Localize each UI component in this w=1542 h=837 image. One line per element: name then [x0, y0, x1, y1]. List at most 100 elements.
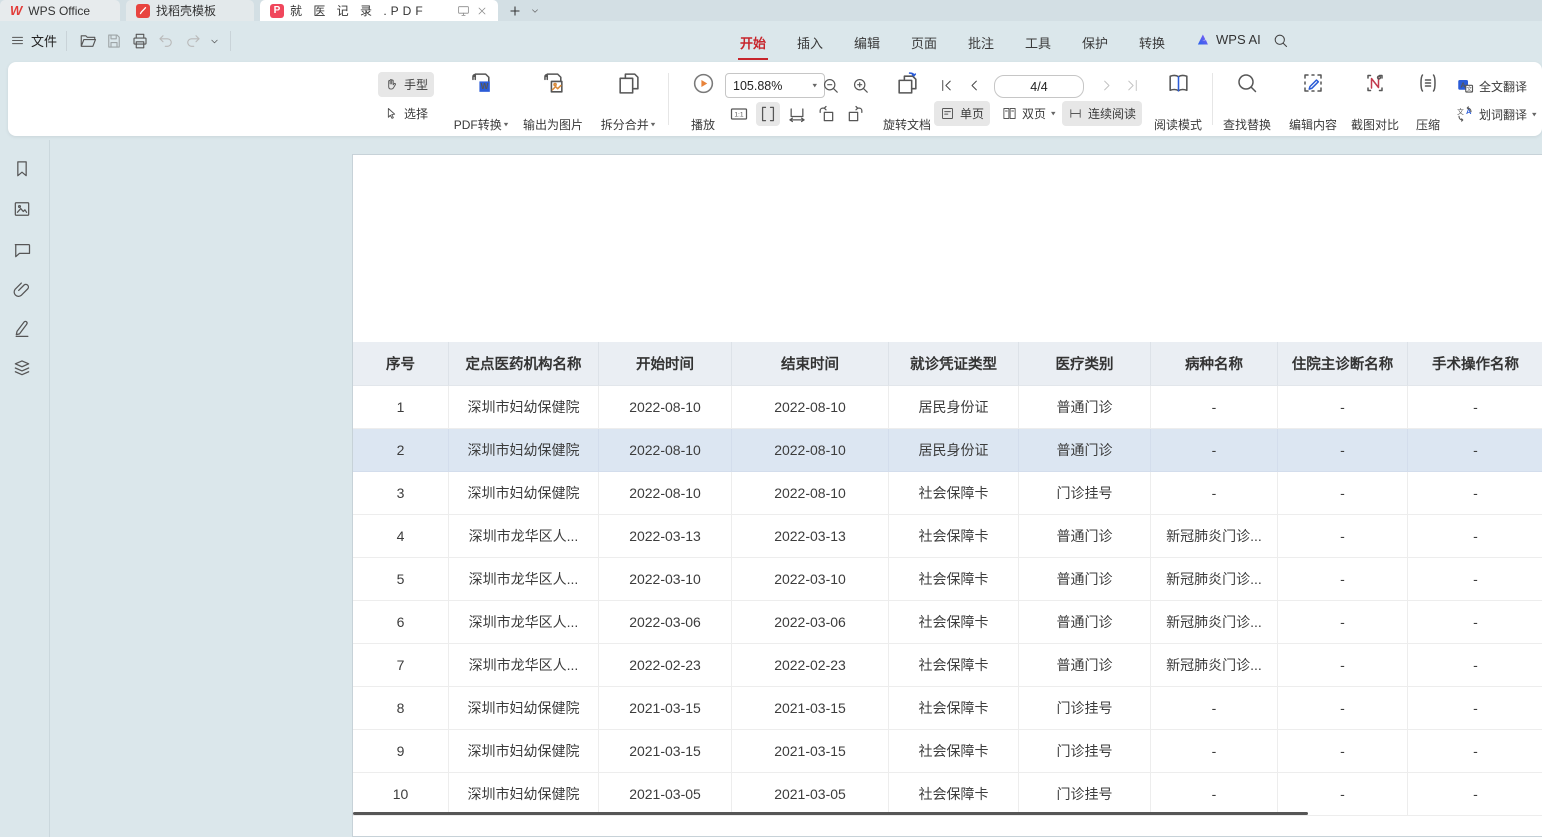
save-icon[interactable] [105, 32, 123, 50]
table-cell: - [1151, 730, 1278, 773]
compress-button[interactable]: 压缩 [1406, 68, 1450, 136]
menu-tab-convert[interactable]: 转换 [1139, 33, 1165, 52]
pdf-convert-button[interactable]: W PDF转换▾ [446, 68, 516, 136]
table-cell: 深圳市龙华区人... [449, 558, 599, 601]
sidebar-divider [49, 140, 50, 837]
last-page-button[interactable] [1120, 73, 1144, 97]
next-page-button[interactable] [1094, 73, 1118, 97]
horizontal-scrollbar[interactable] [353, 812, 1308, 815]
fit-page-button[interactable] [756, 102, 780, 126]
table-cell: 2022-03-10 [732, 558, 889, 601]
continuous-read-label: 连续阅读 [1088, 105, 1136, 122]
hand-icon [384, 77, 399, 92]
table-cell: 2021-03-15 [599, 687, 732, 730]
rotate-left-icon [816, 104, 836, 124]
previous-page-icon [967, 78, 982, 93]
signature-panel-button[interactable] [11, 317, 33, 339]
table-cell: 新冠肺炎门诊... [1151, 515, 1278, 558]
redo-icon[interactable] [184, 32, 202, 50]
undo-icon[interactable] [157, 32, 175, 50]
rotate-document-button[interactable]: 旋转文档 [874, 68, 940, 136]
table-cell: 2022-02-23 [732, 644, 889, 687]
table-row: 5深圳市龙华区人...2022-03-102022-03-10社会保障卡普通门诊… [353, 558, 1542, 601]
menu-tab-insert[interactable]: 插入 [797, 33, 823, 52]
export-image-button[interactable]: 输出为图片 [516, 68, 590, 136]
quick-access-chevron-icon[interactable] [209, 36, 220, 47]
hand-tool-button[interactable]: 手型 [378, 72, 434, 97]
tab-docer-templates[interactable]: 找稻壳模板 [126, 0, 254, 21]
table-cell: - [1278, 773, 1408, 816]
table-header-cell: 定点医药机构名称 [449, 342, 599, 386]
find-replace-button[interactable]: 查找替换 [1214, 68, 1280, 136]
image-icon [12, 199, 32, 219]
continuous-read-button[interactable]: 连续阅读 [1062, 101, 1142, 126]
fit-width-button[interactable] [785, 102, 809, 126]
wps-ai-button[interactable]: WPS AI [1196, 32, 1261, 47]
table-cell: 8 [353, 687, 449, 730]
rotate-left-button[interactable] [814, 102, 838, 126]
attachments-panel-button[interactable] [11, 279, 33, 301]
word-translate-button[interactable]: 文A 划词翻译 ▾ [1456, 105, 1537, 123]
edit-content-label: 编辑内容 [1289, 116, 1337, 133]
full-text-translate-button[interactable]: A文 全文翻译 [1456, 77, 1527, 95]
hand-tool-label: 手型 [404, 76, 428, 93]
table-cell: 2022-08-10 [732, 472, 889, 515]
table-cell: 普通门诊 [1019, 515, 1151, 558]
edit-content-button[interactable]: 编辑内容 [1282, 68, 1344, 136]
menu-tab-home[interactable]: 开始 [740, 33, 766, 52]
tab-document-pdf[interactable]: P 就 医 记 录 .PDF [260, 0, 498, 21]
zoom-level-combobox[interactable]: 105.88% ▾ [725, 73, 825, 98]
menu-tab-protect[interactable]: 保护 [1082, 33, 1108, 52]
zoom-level-value: 105.88% [733, 79, 782, 93]
svg-text:W: W [480, 81, 488, 91]
export-image-icon [541, 71, 566, 96]
first-page-button[interactable] [934, 73, 958, 97]
table-header-cell: 结束时间 [732, 342, 889, 386]
table-cell: 新冠肺炎门诊... [1151, 644, 1278, 687]
new-tab-icon[interactable] [508, 4, 522, 18]
pdf-page[interactable]: 序号定点医药机构名称开始时间结束时间就诊凭证类型医疗类别病种名称住院主诊断名称手… [352, 154, 1542, 837]
menu-tab-page[interactable]: 页面 [911, 33, 937, 52]
screenshot-compare-button[interactable]: 截图对比 [1344, 68, 1406, 136]
play-circle-icon [691, 71, 716, 96]
find-replace-icon [1235, 71, 1259, 95]
split-merge-button[interactable]: 拆分合并▾ [592, 68, 664, 136]
single-page-button[interactable]: 单页 [934, 101, 990, 126]
actual-size-button[interactable]: 1:1 [727, 102, 751, 126]
file-menu-button[interactable]: 文件 [10, 31, 57, 50]
compress-icon [1416, 71, 1440, 95]
menu-tab-comment[interactable]: 批注 [968, 33, 994, 52]
select-tool-button[interactable]: 选择 [378, 101, 434, 126]
open-file-icon[interactable] [79, 32, 97, 50]
tab-list-chevron-icon[interactable] [530, 6, 540, 16]
chevron-down-icon: ▾ [504, 120, 509, 129]
rotate-right-button[interactable] [844, 102, 868, 126]
first-page-icon [939, 78, 954, 93]
table-cell: 2022-02-23 [599, 644, 732, 687]
table-cell: - [1151, 386, 1278, 429]
play-button[interactable]: 播放 [680, 68, 726, 136]
menu-tab-edit[interactable]: 编辑 [854, 33, 880, 52]
read-mode-button[interactable]: 阅读模式 [1148, 68, 1208, 136]
zoom-in-button[interactable] [848, 73, 872, 97]
table-cell: 社会保障卡 [889, 601, 1019, 644]
print-icon[interactable] [131, 32, 149, 50]
tab-wps-office[interactable]: W WPS Office [0, 0, 120, 21]
layers-panel-button[interactable] [11, 357, 33, 379]
double-page-button[interactable]: 双页 ▾ [996, 101, 1062, 126]
cursor-icon [384, 106, 399, 121]
thumbnails-panel-button[interactable] [11, 198, 33, 220]
zoom-out-button[interactable] [818, 73, 842, 97]
close-tab-icon[interactable] [476, 5, 488, 17]
menu-tab-tools[interactable]: 工具 [1025, 33, 1051, 52]
table-cell: 深圳市龙华区人... [449, 515, 599, 558]
page-number-input[interactable]: 4/4 [994, 75, 1084, 98]
bookmarks-panel-button[interactable] [11, 158, 33, 180]
table-cell: - [1278, 601, 1408, 644]
wps-logo-icon: W [10, 3, 22, 18]
comments-panel-button[interactable] [11, 239, 33, 261]
present-monitor-icon[interactable] [457, 4, 470, 17]
ribbon-search-icon[interactable] [1272, 32, 1289, 49]
previous-page-button[interactable] [962, 73, 986, 97]
split-merge-label: 拆分合并 [601, 116, 649, 133]
